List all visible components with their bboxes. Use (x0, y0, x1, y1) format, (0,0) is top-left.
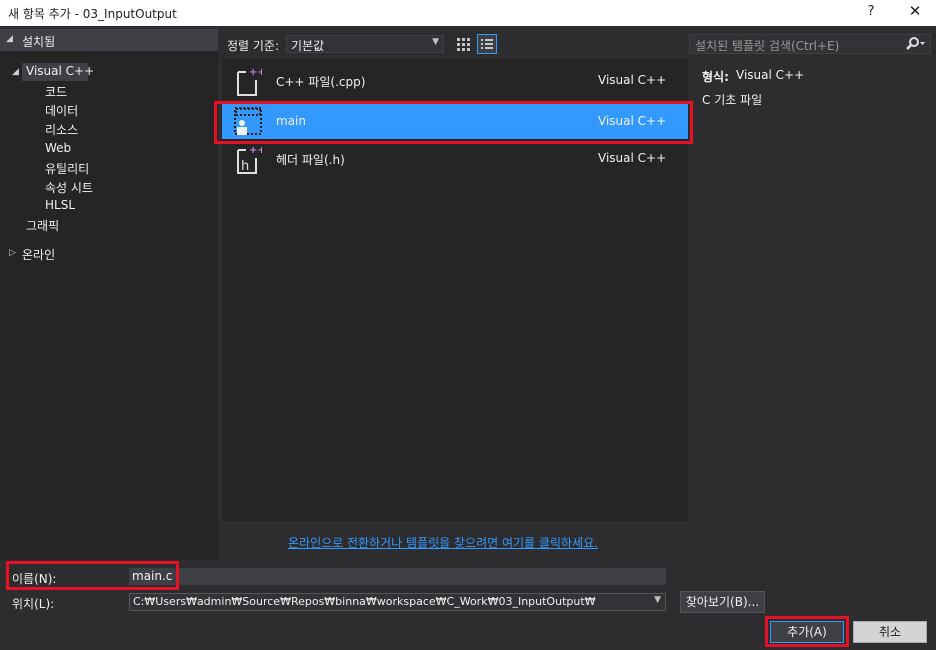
svg-text:++: ++ (249, 145, 262, 156)
header-file-icon: h ++ (237, 145, 262, 174)
template-row-header[interactable]: h ++ 헤더 파일(.h) Visual C++ (222, 139, 688, 176)
list-view-button[interactable] (477, 34, 497, 54)
template-row-cpp[interactable]: ++ C++ 파일(.cpp) Visual C++ (222, 61, 688, 98)
search-icon[interactable] (904, 36, 926, 55)
template-name: 헤더 파일(.h) (276, 153, 345, 167)
template-language: Visual C++ (598, 151, 667, 165)
tree-item-utility[interactable]: 유틸리티 (45, 160, 89, 177)
sort-dropdown[interactable]: 기본값 ▼ (286, 35, 444, 53)
sort-label: 정렬 기준: (227, 39, 280, 53)
grid-view-button[interactable] (454, 35, 472, 53)
tree-item-hlsl[interactable]: HLSL (45, 198, 75, 212)
location-value: C:₩Users₩admin₩Source₩Repos₩binna₩worksp… (133, 595, 596, 608)
location-dropdown[interactable]: C:₩Users₩admin₩Source₩Repos₩binna₩worksp… (129, 593, 666, 611)
tree-item-online[interactable]: 온라인 (22, 246, 55, 263)
highlight-box-main (214, 101, 693, 144)
browse-button[interactable]: 찾아보기(B)... (680, 591, 765, 613)
highlight-box-add (765, 616, 849, 647)
cpp-file-icon: ++ (237, 67, 262, 96)
help-button[interactable]: ? (862, 4, 880, 22)
chevron-down-icon: ▼ (432, 37, 439, 47)
online-templates-link[interactable]: 온라인으로 전환하거나 템플릿을 찾으려면 여기를 클릭하세요. (288, 534, 598, 551)
category-tree (0, 51, 218, 560)
highlight-box-name (6, 561, 179, 590)
expand-triangle-icon[interactable]: ◢ (12, 67, 19, 77)
template-name: C++ 파일(.cpp) (276, 75, 366, 89)
info-type-label: 형식: (702, 70, 729, 84)
close-button[interactable]: ✕ (905, 2, 925, 22)
window-title: 새 항목 추가 - 03_InputOutput (8, 7, 177, 21)
tree-item-web[interactable]: Web (45, 141, 71, 155)
location-label: 위치(L): (12, 597, 55, 611)
svg-text:++: ++ (249, 67, 262, 78)
collapse-triangle-icon[interactable]: ▷ (9, 248, 16, 258)
installed-label: 설치됨 (22, 35, 56, 49)
name-field[interactable]: main.c (129, 568, 666, 585)
info-type-value: Visual C++ (736, 68, 805, 82)
chevron-down-icon: ▼ (654, 595, 661, 605)
expand-triangle-icon: ◢ (6, 34, 13, 44)
tree-item-graphics[interactable]: 그래픽 (26, 217, 59, 234)
svg-text:h: h (241, 159, 249, 174)
search-input[interactable]: 설치된 템플릿 검색(Ctrl+E) (689, 34, 931, 54)
list-view-icon (481, 39, 493, 49)
tree-item-data[interactable]: 데이터 (45, 102, 78, 119)
tree-item-resources[interactable]: 리소스 (45, 121, 78, 138)
tree-item-visual-cpp[interactable]: Visual C++ (26, 64, 94, 78)
tree-item-property-sheets[interactable]: 속성 시트 (45, 179, 93, 196)
info-description: C 기초 파일 (702, 93, 763, 107)
template-language: Visual C++ (598, 73, 667, 87)
cancel-button[interactable]: 취소 (853, 621, 927, 643)
grid-view-icon (457, 38, 470, 51)
sort-value: 기본값 (291, 39, 325, 53)
search-placeholder: 설치된 템플릿 검색(Ctrl+E) (695, 39, 840, 53)
tree-item-code[interactable]: 코드 (45, 83, 67, 100)
installed-header[interactable]: ◢ 설치됨 (0, 29, 218, 51)
title-bar: 새 항목 추가 - 03_InputOutput ? ✕ (0, 0, 936, 26)
